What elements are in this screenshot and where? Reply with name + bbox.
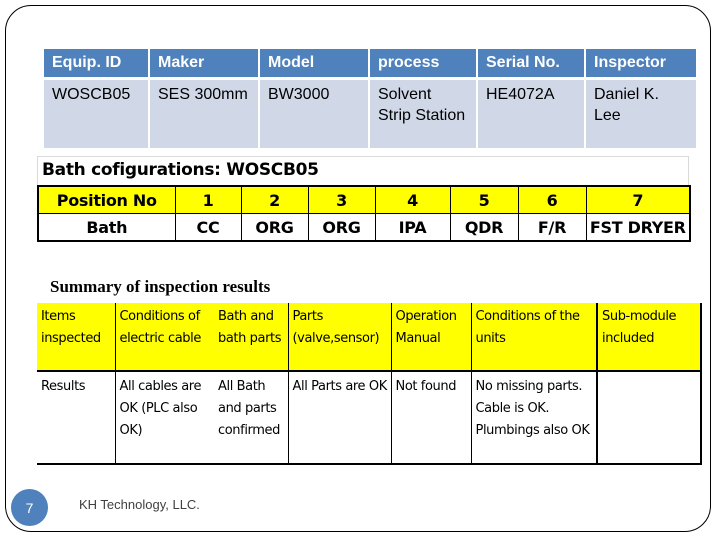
footer-company: KH Technology, LLC. <box>79 497 200 512</box>
summary-result-cell: Not found <box>390 371 471 465</box>
header-equip-id: Equip. ID <box>44 49 148 77</box>
summary-result-cell: All cables are OK (PLC also OK) <box>114 371 214 465</box>
summary-header-cell: Items inspected <box>37 303 115 372</box>
header-model: Model <box>260 49 368 77</box>
header-inspector: Inspector <box>586 49 696 77</box>
header-serial-no: Serial No. <box>478 49 584 77</box>
value-inspector: Daniel K. Lee <box>586 77 696 148</box>
bath-label: Bath <box>37 213 176 242</box>
bath-cell: QDR <box>449 213 519 242</box>
summary-header-cell: Conditions of the units <box>470 303 597 372</box>
summary-title: Summary of inspection results <box>50 277 271 296</box>
position-cell: 3 <box>307 185 376 214</box>
position-cell: 5 <box>449 185 519 214</box>
header-process: process <box>370 49 476 77</box>
summary-result-cell: No missing parts. Cable is OK. Plumbings… <box>470 371 597 465</box>
equipment-info-table: Equip. ID Maker Model process Serial No.… <box>42 49 698 148</box>
position-label: Position No <box>37 185 176 214</box>
bath-cell: ORG <box>240 213 309 242</box>
summary-header-cell: Conditions of electric cable <box>114 303 214 372</box>
value-model: BW3000 <box>260 77 368 148</box>
summary-header-cell: Bath and bath parts <box>214 303 288 372</box>
equipment-value-row: WOSCB05 SES 300mm BW3000 Solvent Strip S… <box>44 77 696 148</box>
summary-header-cell: Sub-module included <box>596 303 702 372</box>
position-cell: 7 <box>585 185 691 214</box>
position-cell: 4 <box>374 185 451 214</box>
bath-title-row: Bath cofigurations: WOSCB05 <box>37 156 689 186</box>
position-cell: 6 <box>517 185 587 214</box>
summary-result-cell: All Bath and parts confirmed <box>214 371 288 465</box>
bath-cell: FST DRYER <box>585 213 691 242</box>
bath-cell: ORG <box>307 213 376 242</box>
value-equip-id: WOSCB05 <box>44 77 148 148</box>
position-row: Position No 1 2 3 4 5 6 7 <box>37 185 691 214</box>
bath-config-table: Position No 1 2 3 4 5 6 7 Bath CC ORG OR… <box>37 185 691 242</box>
position-cell: 1 <box>174 185 242 214</box>
header-maker: Maker <box>150 49 258 77</box>
page-number: 7 <box>25 499 34 516</box>
bath-row: Bath CC ORG ORG IPA QDR F/R FST DRYER <box>37 213 691 242</box>
page-number-badge: 7 <box>11 489 48 526</box>
summary-result-cell: Results <box>37 371 115 465</box>
summary-header-row: Items inspected Conditions of electric c… <box>37 303 702 372</box>
summary-result-cell <box>596 371 702 465</box>
bath-cell: CC <box>174 213 242 242</box>
summary-header-cell: Operation Manual <box>390 303 471 372</box>
position-cell: 2 <box>240 185 309 214</box>
value-process: Solvent Strip Station <box>370 77 476 148</box>
bath-cell: IPA <box>374 213 451 242</box>
value-maker: SES 300mm <box>150 77 258 148</box>
summary-result-cell: All Parts are OK <box>287 371 391 465</box>
bath-config-title: Bath cofigurations: WOSCB05 <box>42 160 319 180</box>
value-serial-no: HE4072A <box>478 77 584 148</box>
summary-header-cell: Parts (valve,sensor) <box>287 303 391 372</box>
summary-result-row: Results All cables are OK (PLC also OK) … <box>37 371 702 465</box>
bath-cell: F/R <box>517 213 587 242</box>
equipment-header-row: Equip. ID Maker Model process Serial No.… <box>44 49 696 77</box>
inspection-summary-table: Items inspected Conditions of electric c… <box>37 303 702 465</box>
